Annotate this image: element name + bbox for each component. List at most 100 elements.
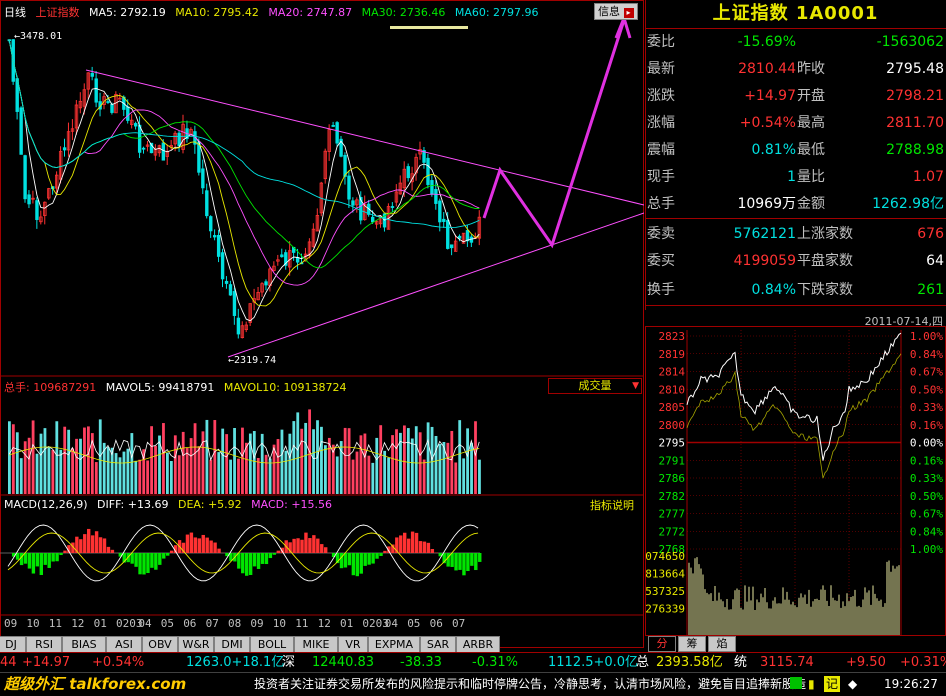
info-button[interactable]: 信息 ▸ (594, 3, 638, 20)
note-icon[interactable]: 记 (824, 676, 840, 692)
macd-histogram-bar (24, 553, 27, 564)
intraday-pct-label: 1.00% (910, 543, 943, 556)
macd-histogram-bar (375, 553, 378, 559)
macd-histogram-bar (253, 553, 256, 566)
volume-bar (407, 428, 410, 494)
indicator-tab-wr[interactable]: W&R (178, 636, 214, 653)
macd-histogram-bar (245, 553, 248, 576)
macd-histogram-bar (130, 553, 133, 564)
intraday-pct-label: 0.16% (910, 419, 943, 432)
macd-histogram-bar (367, 553, 370, 565)
volume-bar (233, 428, 236, 494)
volume-bar (162, 423, 165, 494)
kline-chart-panel[interactable]: 日线 上证指数 MA5: 2792.19 MA10: 2795.42 MA20:… (0, 0, 644, 648)
high-marker: ←3478.01 (14, 31, 62, 42)
indicator-tab-mike[interactable]: MIKE (294, 636, 338, 653)
mavol10-value: MAVOL10: 109138724 (224, 381, 347, 394)
volume-bar (24, 441, 27, 494)
scroll-indicator[interactable] (390, 26, 468, 29)
intraday-panel[interactable]: 28231.00%28190.84%28140.67%28100.50%2805… (645, 310, 946, 636)
volume-bar (304, 423, 307, 494)
indicator-tab-obv[interactable]: OBV (142, 636, 178, 653)
quote-label: 最低 (797, 137, 825, 163)
indicator-tab-rsi[interactable]: RSI (26, 636, 62, 653)
indicator-tab-boll[interactable]: BOLL (250, 636, 294, 653)
macd-histogram-bar (415, 533, 418, 553)
date-axis-label: 11 (295, 617, 308, 630)
quote-value: -1563062 (877, 29, 944, 55)
macd-histogram-bar (470, 553, 473, 566)
intraday-tab-2[interactable]: 焰 (708, 636, 736, 652)
candle-body (265, 282, 268, 285)
candle-body (458, 236, 461, 238)
macd-histogram-bar (383, 551, 386, 553)
intraday-tab-bar: 分筹焰 (648, 636, 946, 652)
macd-histogram-bar (462, 553, 465, 575)
ticker-total-label: 总 (636, 653, 649, 673)
intraday-tab-0[interactable]: 分 (648, 636, 676, 652)
volume-bar (320, 427, 323, 494)
macd-histogram-bar (170, 551, 173, 553)
macd-name: MACD(12,26,9) (4, 498, 88, 511)
date-axis-label: 04 (385, 617, 398, 630)
macd-histogram-bar (364, 553, 367, 566)
volume-bar (269, 459, 272, 494)
indicator-tab-vr[interactable]: VR (338, 636, 368, 653)
candle-body (281, 255, 284, 257)
macd-histogram-bar (352, 553, 355, 575)
indicator-tab-asi[interactable]: ASI (106, 636, 142, 653)
volume-bar (474, 421, 477, 494)
date-axis-label: 04 (138, 617, 151, 630)
candle-body (348, 176, 351, 199)
macd-histogram-bar (146, 553, 149, 573)
low-marker: ←2319.74 (228, 355, 276, 366)
volume-bar (71, 448, 74, 494)
volume-bar (403, 425, 406, 494)
volume-bar (344, 428, 347, 494)
quote-separator (645, 305, 946, 306)
macd-histogram-bar (277, 551, 280, 553)
intraday-pct-label: 0.50% (910, 490, 943, 503)
date-axis-label: 12 (318, 617, 331, 630)
indicator-help-link[interactable]: 指标说明 (590, 497, 634, 513)
macd-value: MACD: +15.56 (251, 498, 332, 511)
signal-icon[interactable]: ▮ (808, 673, 815, 696)
volume-bar (36, 454, 39, 494)
main-chart-header: 日线 上证指数 MA5: 2792.19 MA10: 2795.42 MA20:… (4, 4, 545, 20)
candle-body (407, 167, 410, 178)
candle-body (134, 123, 137, 126)
volume-indicator-dropdown[interactable]: 成交量 ▼ (548, 378, 642, 394)
quote-label: 委比 (647, 29, 675, 55)
indicator-tab-sar[interactable]: SAR (420, 636, 456, 653)
quote-label: 震幅 (647, 137, 675, 163)
alarm-icon[interactable]: ◆ (848, 673, 857, 696)
candle-body (111, 104, 114, 112)
volume-bar (16, 432, 19, 494)
indicator-tab-bias[interactable]: BIAS (62, 636, 106, 653)
intraday-price-label: 2814 (659, 366, 686, 379)
indicator-tab-expma[interactable]: EXPMA (368, 636, 420, 653)
intraday-tab-1[interactable]: 筹 (678, 636, 706, 652)
indicator-tab-dmi[interactable]: DMI (214, 636, 250, 653)
indicator-tab-arbr[interactable]: ARBR (456, 636, 500, 653)
macd-histogram-bar (292, 539, 295, 553)
macd-histogram-bar (241, 553, 244, 573)
ticker-sz-amount: 1112.5+0.0亿 (548, 653, 638, 673)
ticker-sz-change: -38.33 (400, 653, 442, 673)
candle-body (127, 107, 130, 121)
macd-histogram-bar (44, 553, 47, 565)
intraday-volume-label: 1074650 (645, 550, 685, 563)
date-axis-label: 01 (340, 617, 353, 630)
candle-body (138, 125, 141, 152)
intraday-chart[interactable]: 28231.00%28190.84%28140.67%28100.50%2805… (645, 310, 946, 636)
volume-bar (87, 426, 90, 494)
intraday-price-label: 2805 (659, 401, 686, 414)
kline-chart-canvas[interactable] (0, 0, 644, 648)
intraday-price-label: 2800 (659, 419, 686, 432)
quote-value: -15.69% (738, 29, 796, 55)
macd-histogram-bar (411, 532, 414, 553)
info-button-label: 信息 (598, 5, 620, 18)
volume-bar (352, 460, 355, 494)
indicator-tab-dj[interactable]: DJ (0, 636, 26, 653)
macd-histogram-bar (63, 551, 66, 553)
